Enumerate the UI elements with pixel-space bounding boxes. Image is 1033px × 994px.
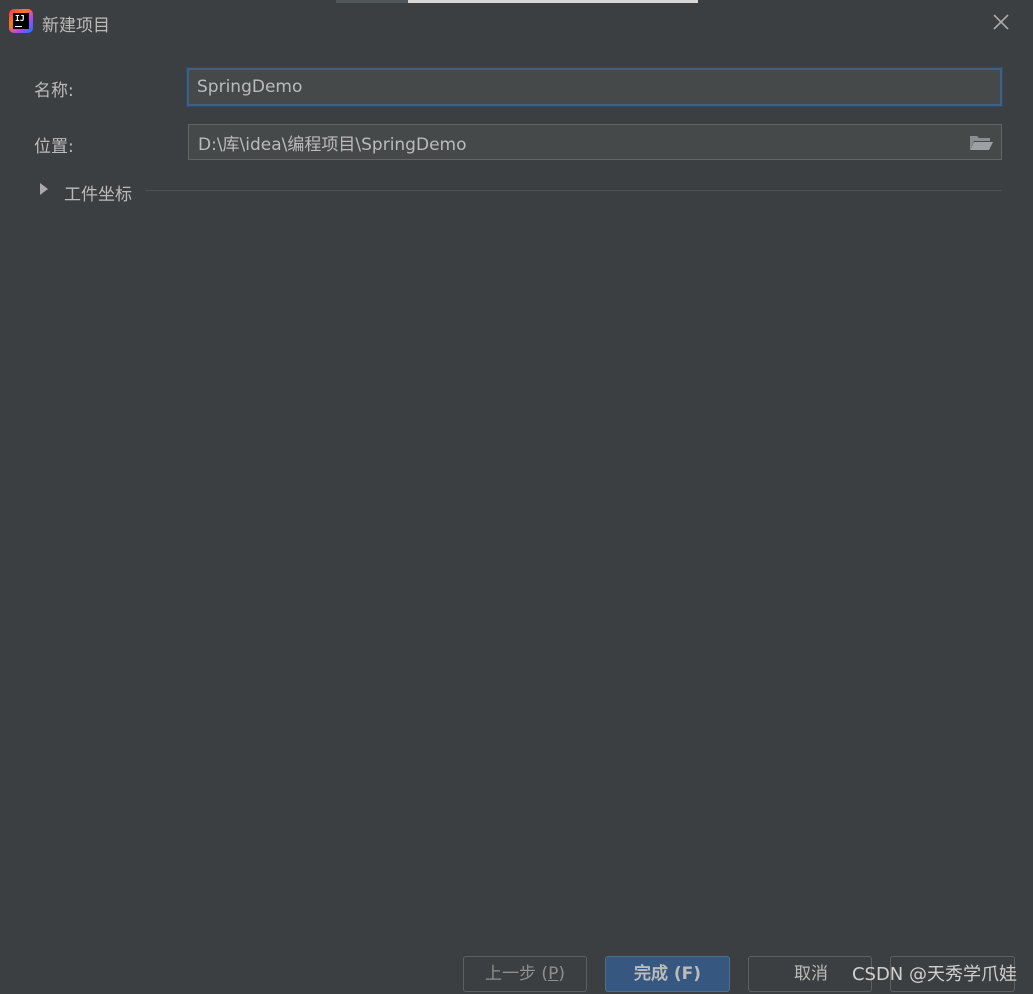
folder-icon[interactable]: [967, 131, 995, 153]
previous-button-label: 上一步 (: [485, 964, 549, 984]
intellij-idea-icon: IJ: [9, 9, 33, 33]
watermark: CSDN @天秀学爪娃: [851, 964, 1017, 985]
artifact-coordinates-label: 工件坐标: [64, 185, 132, 205]
triangle-right-icon: [40, 183, 48, 195]
previous-button-suffix: ): [558, 964, 565, 984]
name-input[interactable]: [187, 68, 1002, 106]
section-divider: [146, 190, 1002, 191]
window-title: 新建项目: [42, 16, 110, 36]
previous-button[interactable]: 上一步 (P): [463, 956, 587, 992]
artifact-coordinates-toggle[interactable]: 工件坐标: [40, 178, 150, 205]
title-bar: IJ 新建项目: [0, 0, 1033, 46]
finish-button-label: 完成 (F): [633, 964, 702, 984]
close-icon[interactable]: [990, 11, 1012, 33]
location-input[interactable]: [188, 124, 1002, 160]
finish-button[interactable]: 完成 (F): [605, 956, 730, 992]
location-label: 位置:: [34, 137, 74, 157]
previous-button-mnemonic: P: [548, 964, 559, 984]
name-label: 名称:: [34, 81, 74, 101]
